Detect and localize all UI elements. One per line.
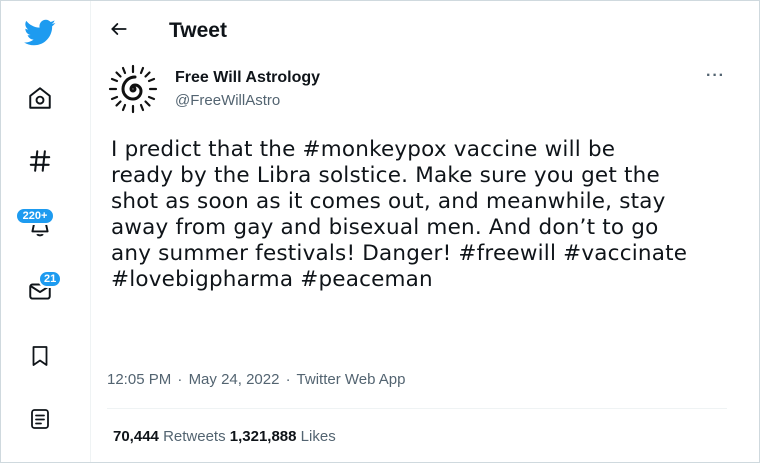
retweets-label: Retweets (163, 428, 226, 445)
author-handle[interactable]: @FreeWillAstro (175, 92, 280, 109)
avatar[interactable] (107, 63, 159, 115)
sidebar-nav: 220+ 21 (1, 1, 81, 462)
meta-separator: · (285, 371, 291, 388)
nav-home[interactable] (17, 78, 63, 118)
author-name[interactable]: Free Will Astrology (175, 69, 320, 87)
tweet-metadata: 12:05 PM · May 24, 2022 · Twitter Web Ap… (107, 371, 406, 388)
tweet-source-app[interactable]: Twitter Web App (297, 371, 406, 388)
more-dots-icon: ··· (706, 67, 725, 84)
page-header: Tweet (91, 9, 741, 53)
tweet-detail-column: Tweet Free Will Astrology @FreeWillAstro… (91, 1, 741, 462)
likes-label: Likes (300, 428, 336, 445)
hashtag-icon (27, 148, 53, 174)
tweet-text: I predict that the #monkeypox vaccine wi… (111, 137, 688, 292)
tweet-author: Free Will Astrology @FreeWillAstro ··· (107, 61, 727, 117)
tweet-time[interactable]: 12:05 PM (107, 371, 171, 388)
nav-bookmarks[interactable] (17, 336, 63, 376)
likes-stat[interactable]: 1,321,888 Likes (230, 428, 336, 445)
twitter-logo-button[interactable] (17, 13, 63, 53)
tweet-stats: 70,444 Retweets 1,321,888 Likes (113, 428, 336, 445)
twitter-bird-icon (24, 19, 56, 47)
divider (107, 408, 727, 409)
page-title: Tweet (169, 19, 227, 42)
bookmark-icon (28, 343, 52, 369)
back-arrow-icon (109, 19, 129, 44)
likes-count: 1,321,888 (229, 428, 297, 445)
tweet-date[interactable]: May 24, 2022 (189, 371, 280, 388)
list-icon (28, 406, 52, 432)
tweet-screenshot: 220+ 21 Tweet Free Will Astrology @FreeW… (0, 0, 760, 463)
back-button[interactable] (103, 15, 135, 47)
home-icon (27, 85, 53, 111)
retweets-count: 70,444 (113, 428, 159, 445)
nav-lists[interactable] (17, 399, 63, 439)
notifications-badge: 220+ (15, 207, 55, 225)
meta-separator: · (177, 371, 183, 388)
messages-badge: 21 (38, 270, 63, 288)
nav-explore[interactable] (17, 141, 63, 181)
retweets-stat[interactable]: 70,444 Retweets (113, 428, 230, 445)
more-options-button[interactable]: ··· (706, 67, 725, 85)
